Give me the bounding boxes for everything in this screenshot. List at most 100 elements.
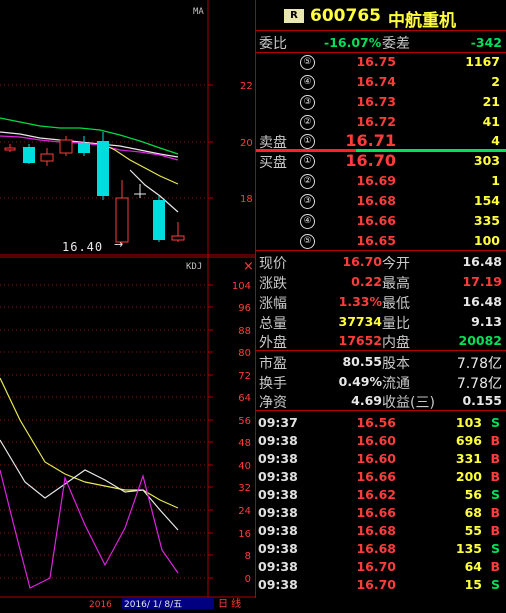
tick-price: 16.68	[356, 541, 396, 556]
weibi-value: -16.07%	[324, 35, 382, 50]
low-marker: 16.40	[62, 240, 103, 254]
tick-side: B	[490, 469, 500, 484]
tick-time: 09:38	[258, 433, 298, 448]
quote-value: 37734	[338, 314, 383, 329]
tick-side: B	[490, 433, 500, 448]
quote-row: 总量 37734 量比 9.13	[256, 312, 506, 332]
tick-side: S	[490, 577, 500, 592]
quote-key: 最低	[382, 296, 410, 312]
tick-time: 09:38	[258, 487, 298, 502]
fund-key: 换手	[259, 376, 287, 392]
buy-row-5[interactable]: ⑤ 16.65 100	[256, 231, 506, 251]
buy-row-3[interactable]: ③ 16.68 154	[256, 191, 506, 211]
buy-volume: 100	[473, 233, 500, 248]
buy-row-2[interactable]: ② 16.69 1	[256, 171, 506, 191]
chart-svg[interactable]: MA 22 20 18 16.40 → KDJ × 104 96 88 80 7…	[0, 0, 256, 610]
tick-volume: 56	[464, 487, 482, 502]
quote-value: 16.48	[462, 294, 502, 309]
tick-volume: 696	[455, 433, 482, 448]
fund-row: 市盈 80.55 股本 7.78亿	[256, 352, 506, 372]
buy-volume: 335	[473, 213, 500, 228]
buy-price: 16.68	[356, 193, 396, 208]
sell-row-1[interactable]: 卖盘 ① 16.71 4	[256, 131, 506, 151]
sell-row-4[interactable]: ④ 16.74 2	[256, 72, 506, 92]
quote-value: 9.13	[471, 314, 502, 329]
tick-volume: 135	[455, 541, 482, 556]
tick-price: 16.60	[356, 451, 396, 466]
sell-row-3[interactable]: ③ 16.73 21	[256, 92, 506, 112]
quote-row: 外盘 17652 内盘 20082	[256, 331, 506, 351]
tick-time: 09:38	[258, 469, 298, 484]
kdj-tick: 104	[232, 281, 251, 292]
kdj-j-line	[0, 469, 179, 589]
quote-value: 17.19	[462, 274, 502, 289]
tick-side: S	[490, 415, 500, 430]
fund-value: 0.49%	[338, 374, 382, 389]
fund-key: 收益(三)	[382, 395, 435, 411]
kline-tick-20: 20	[240, 138, 253, 149]
quote-row: 现价 16.70 今开 16.48	[256, 252, 506, 272]
sell-index: ④	[300, 75, 315, 90]
tick-volume: 103	[455, 415, 482, 430]
buy-index: ⑤	[300, 234, 315, 249]
fund-key: 流通	[382, 376, 410, 392]
fund-value: 7.78亿	[456, 356, 502, 372]
sell-price: 16.71	[345, 131, 396, 150]
tick-time: 09:38	[258, 523, 298, 538]
buy-row-4[interactable]: ④ 16.66 335	[256, 211, 506, 231]
tick-volume: 64	[464, 559, 482, 574]
tick-volume: 55	[464, 523, 482, 538]
kdj-tick: 48	[238, 438, 251, 449]
tick-price: 16.66	[356, 469, 396, 484]
tick-time: 09:38	[258, 559, 298, 574]
tick-price: 16.66	[356, 505, 396, 520]
buy-index: ③	[300, 194, 315, 209]
buy-price: 16.66	[356, 213, 396, 228]
tick-time: 09:38	[258, 541, 298, 556]
fund-value: 4.69	[351, 393, 382, 408]
tick-row: 09:37 16.56 103 S	[256, 413, 506, 431]
tick-row: 09:38 16.70 15 S	[256, 575, 506, 593]
quote-key: 涨跌	[259, 276, 287, 292]
tick-side: B	[490, 505, 500, 520]
quote-value: 0.22	[351, 274, 382, 289]
buy-volume: 303	[473, 153, 500, 168]
sell-volume: 1167	[465, 54, 500, 69]
fund-value: 7.78亿	[456, 376, 502, 392]
buy-index: ①	[300, 154, 315, 169]
fund-value: 0.155	[462, 393, 502, 408]
kdj-tick: 8	[245, 551, 251, 562]
ma-label: MA	[193, 7, 204, 17]
kdj-close-icon[interactable]: ×	[243, 259, 254, 274]
kdj-tick: 32	[238, 483, 251, 494]
fund-value: 80.55	[342, 354, 382, 369]
tick-volume: 68	[464, 505, 482, 520]
tick-side: B	[490, 523, 500, 538]
stock-code: 600765	[310, 6, 381, 26]
tick-price: 16.68	[356, 523, 396, 538]
quote-row: 涨幅 1.33% 最低 16.48	[256, 292, 506, 312]
buy-row-1[interactable]: 买盘 ① 16.70 303	[256, 151, 506, 171]
weicha-value: -342	[470, 35, 502, 50]
quote-value: 17652	[338, 333, 383, 348]
quote-key: 涨幅	[259, 296, 287, 312]
sell-index: ①	[300, 134, 315, 149]
quote-value: 16.70	[342, 254, 382, 269]
buy-volume: 1	[491, 173, 500, 188]
date-label: 2016/ 1/ 8/五	[124, 600, 182, 609]
sell-volume: 21	[482, 94, 500, 109]
kdj-d-line	[0, 439, 179, 531]
sell-row-2[interactable]: ② 16.72 41	[256, 112, 506, 132]
kdj-label: KDJ	[186, 262, 202, 272]
tick-row: 09:38 16.60 696 B	[256, 431, 506, 449]
buy-label: 买盘	[259, 155, 287, 171]
kdj-tick: 72	[238, 371, 251, 382]
sell-index: ⑤	[300, 55, 315, 70]
period-label[interactable]: 日 线	[218, 597, 241, 610]
quote-panel: R 600765 中航重机 委比 -16.07% 委差 -342 ⑤ 16.75…	[256, 0, 506, 609]
tick-row: 09:38 16.68 135 S	[256, 539, 506, 557]
tick-price: 16.60	[356, 433, 396, 448]
sell-row-5[interactable]: ⑤ 16.75 1167	[256, 52, 506, 72]
buy-price: 16.65	[356, 233, 396, 248]
kdj-tick: 56	[238, 416, 251, 427]
